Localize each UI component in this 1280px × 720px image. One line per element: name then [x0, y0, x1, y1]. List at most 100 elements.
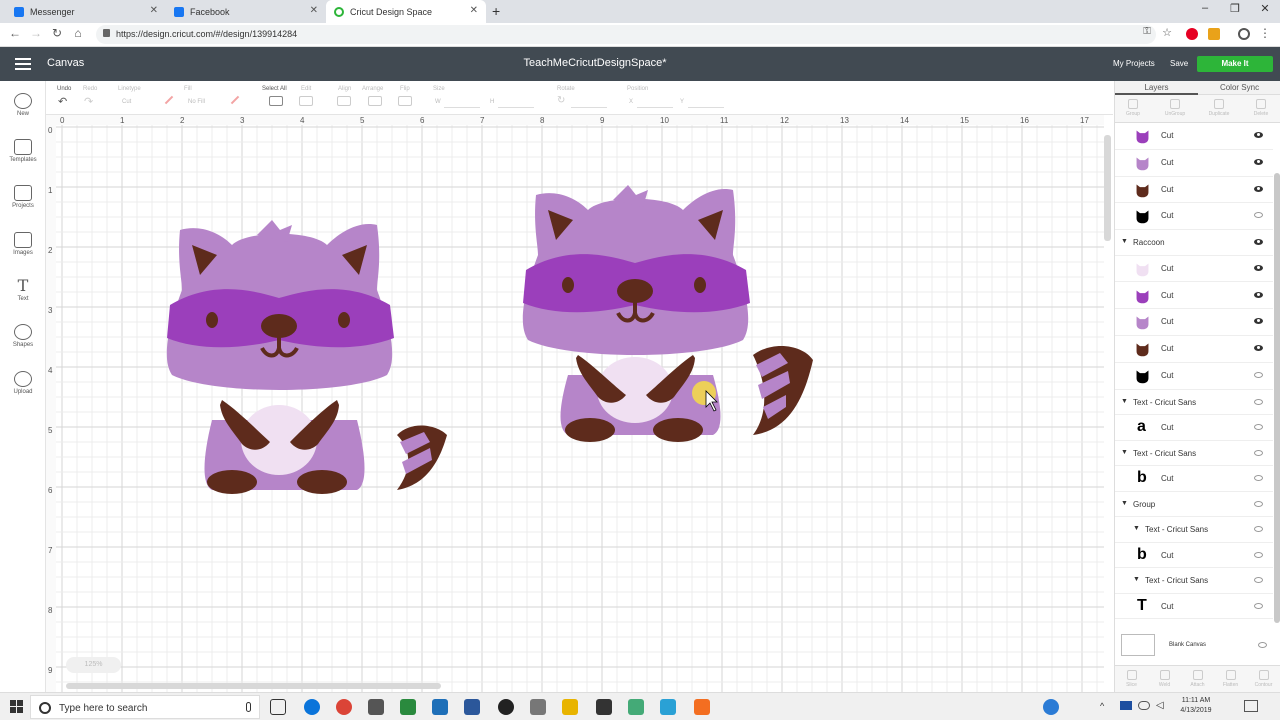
media-icon[interactable]	[498, 699, 514, 715]
tab-facebook[interactable]: Facebook ✕	[166, 0, 326, 23]
eye-hidden-icon[interactable]	[1254, 371, 1263, 378]
word-icon[interactable]	[464, 699, 480, 715]
width-field[interactable]	[444, 95, 480, 108]
eye-hidden-icon[interactable]	[1254, 577, 1263, 584]
layer-row[interactable]: Cut	[1115, 150, 1273, 177]
layer-row[interactable]: b Cut	[1115, 466, 1273, 492]
layer-group-row[interactable]: ▼ Text - Cricut Sans	[1115, 390, 1273, 416]
layer-row[interactable]: Cut	[1115, 363, 1273, 390]
hamburger-menu-icon[interactable]	[15, 58, 31, 70]
edit-icon[interactable]	[299, 96, 313, 106]
flatten-button[interactable]: Flatten	[1214, 670, 1247, 688]
contour-button[interactable]: Contour	[1247, 670, 1280, 688]
app-icon[interactable]	[368, 699, 384, 715]
layer-row[interactable]: Cut	[1115, 309, 1273, 337]
linetype-color-icon[interactable]	[164, 95, 174, 105]
eye-icon[interactable]	[1254, 264, 1263, 271]
fill-color-icon[interactable]	[230, 95, 240, 105]
restore-icon[interactable]: ❐	[1220, 2, 1250, 15]
eye-icon[interactable]	[1254, 185, 1263, 192]
ungroup-button[interactable]: UnGroup	[1157, 99, 1193, 117]
forward-icon[interactable]: →	[27, 26, 45, 40]
layer-group-row[interactable]: ▼ Raccoon	[1115, 230, 1273, 256]
layer-row[interactable]: T Cut	[1115, 594, 1273, 620]
layer-group-row[interactable]: ▼ Text - Cricut Sans	[1115, 441, 1273, 467]
position-x-field[interactable]	[637, 95, 673, 108]
help-icon[interactable]	[1043, 699, 1059, 715]
select-all-icon[interactable]	[269, 96, 283, 106]
eye-hidden-icon[interactable]	[1254, 551, 1263, 558]
sidebar-item-templates[interactable]: Templates	[0, 139, 46, 163]
pinterest-icon[interactable]	[1186, 28, 1198, 40]
sidebar-item-images[interactable]: Images	[0, 232, 46, 256]
extension-icon[interactable]	[1208, 28, 1220, 40]
volume-icon[interactable]: ◁	[1156, 700, 1164, 711]
eye-hidden-icon[interactable]	[1254, 500, 1263, 507]
duplicate-button[interactable]: Duplicate	[1201, 99, 1237, 117]
raccoon-right[interactable]	[522, 185, 813, 442]
eye-icon[interactable]	[1254, 158, 1263, 165]
layer-group-row[interactable]: ▼ Text - Cricut Sans	[1115, 517, 1273, 543]
store-icon[interactable]	[400, 699, 416, 715]
url-field[interactable]: https://design.cricut.com/#/design/13991…	[96, 25, 1156, 44]
system-clock[interactable]: 11:11 AM 4/13/2019	[1168, 696, 1224, 716]
sidebar-item-projects[interactable]: Projects	[0, 185, 46, 209]
task-view-icon[interactable]	[270, 699, 286, 715]
eye-hidden-icon[interactable]	[1254, 424, 1263, 431]
app4-icon[interactable]	[660, 699, 676, 715]
height-field[interactable]	[498, 95, 534, 108]
windows-start-icon[interactable]	[10, 700, 24, 714]
save-button[interactable]: Save	[1170, 59, 1188, 68]
microphone-icon[interactable]	[246, 702, 251, 712]
fill-value[interactable]: No Fill	[188, 99, 205, 105]
profile-icon[interactable]	[1238, 28, 1250, 40]
tab-messenger[interactable]: Messenger ✕	[6, 0, 166, 23]
attach-button[interactable]: Attach	[1181, 670, 1214, 688]
redo-icon[interactable]: ↷	[84, 95, 93, 108]
home-icon[interactable]: ⌂	[69, 26, 87, 40]
layer-row[interactable]: Cut	[1115, 336, 1273, 363]
weld-button[interactable]: Weld	[1148, 670, 1181, 688]
close-icon[interactable]: ✕	[150, 5, 158, 16]
tab-color-sync[interactable]: Color Sync	[1198, 83, 1280, 92]
eye-icon[interactable]	[1254, 132, 1263, 138]
eye-icon[interactable]	[1254, 239, 1263, 246]
sidebar-item-shapes[interactable]: Shapes	[0, 324, 46, 348]
group-button[interactable]: Group	[1115, 99, 1151, 117]
close-window-icon[interactable]: ✕	[1250, 2, 1280, 15]
taskbar-search[interactable]: Type here to search	[30, 695, 260, 719]
minimize-icon[interactable]: –	[1190, 2, 1220, 14]
chevron-down-icon[interactable]: ▼	[1133, 576, 1140, 583]
tab-layers[interactable]: Layers	[1115, 83, 1198, 95]
eye-hidden-icon[interactable]	[1258, 642, 1267, 648]
reload-icon[interactable]: ↻	[48, 26, 66, 40]
app5-icon[interactable]	[694, 699, 710, 715]
photos-icon[interactable]	[432, 699, 448, 715]
blank-canvas-row[interactable]: Blank Canvas	[1115, 631, 1280, 661]
vertical-scrollbar[interactable]	[1104, 135, 1111, 241]
layer-row[interactable]: Cut	[1115, 256, 1273, 283]
edge-icon[interactable]	[304, 699, 320, 715]
mail-icon[interactable]	[596, 699, 612, 715]
chevron-down-icon[interactable]: ▼	[1121, 398, 1128, 405]
chevron-down-icon[interactable]: ▼	[1121, 238, 1128, 245]
cloud-icon[interactable]	[1138, 701, 1150, 710]
arrange-icon[interactable]	[368, 96, 382, 106]
blank-canvas-swatch[interactable]	[1121, 634, 1155, 656]
close-icon[interactable]: ✕	[470, 5, 478, 16]
chevron-down-icon[interactable]: ▼	[1133, 525, 1140, 532]
horizontal-scrollbar[interactable]	[66, 683, 441, 689]
eye-hidden-icon[interactable]	[1254, 398, 1263, 405]
new-tab-icon[interactable]: +	[492, 3, 500, 19]
zoom-control[interactable]: 125%	[66, 657, 121, 673]
chrome-icon[interactable]	[336, 699, 352, 715]
flip-icon[interactable]	[398, 96, 412, 106]
layer-row[interactable]: b Cut	[1115, 543, 1273, 569]
key-icon[interactable]: ⚿	[1138, 26, 1156, 37]
make-it-button[interactable]: Make It	[1197, 56, 1273, 72]
eye-hidden-icon[interactable]	[1254, 602, 1263, 609]
layer-row[interactable]: Cut	[1115, 283, 1273, 310]
chevron-down-icon[interactable]: ▼	[1121, 500, 1128, 507]
eye-icon[interactable]	[1254, 318, 1263, 325]
layer-group-row[interactable]: ▼ Text - Cricut Sans	[1115, 568, 1273, 594]
